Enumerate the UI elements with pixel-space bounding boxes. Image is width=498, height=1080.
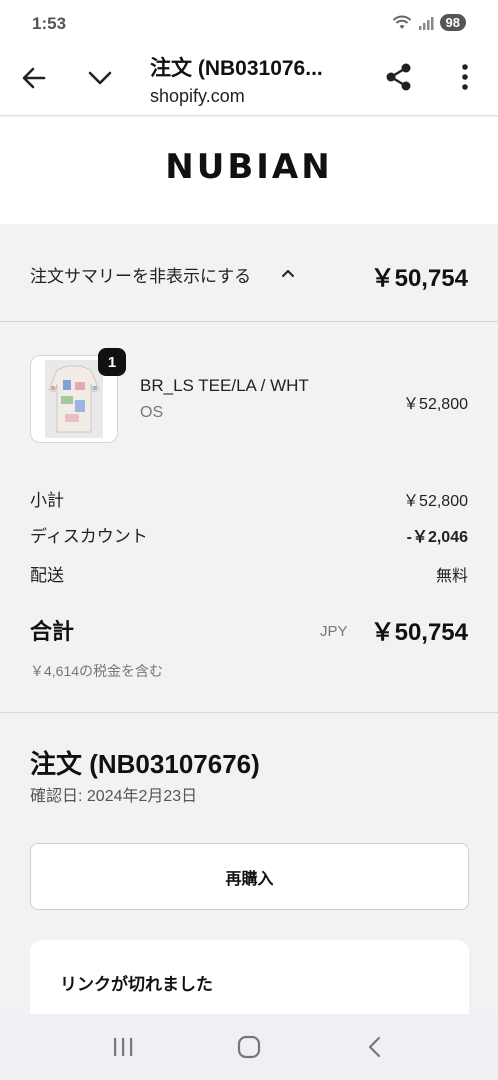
chevron-up-icon [282, 270, 294, 277]
discount-value: -￥2,046 [406, 529, 468, 546]
system-nav-bar [0, 1014, 498, 1080]
discount-label: ディスカウント [30, 527, 148, 546]
section-divider [0, 712, 498, 713]
order-summary-toggle[interactable]: 注文サマリーを非表示にする ￥50,754 [0, 224, 498, 322]
product-image [45, 360, 103, 438]
chevron-down-icon [88, 71, 112, 85]
total-label: 合計 [30, 619, 75, 644]
tshirt-image [48, 365, 100, 433]
confirmation-date: 確認日: 2024年2月23日 [30, 788, 198, 805]
battery-icon: 98 [439, 14, 466, 31]
share-button[interactable] [382, 60, 416, 94]
page-title: 注文 (NB031076... [150, 57, 323, 80]
back-arrow-icon [22, 67, 46, 89]
system-back-button[interactable] [355, 1027, 395, 1067]
shipping-label: 配送 [30, 566, 64, 585]
tax-note: ￥4,614の税金を含む [30, 663, 164, 679]
subtotal-value: ￥52,800 [403, 493, 468, 510]
summary-total: ￥50,754 [370, 265, 468, 292]
status-icons: 98 [392, 14, 466, 31]
shipping-value: 無料 [435, 568, 468, 585]
rebuy-button[interactable]: 再購入 [30, 843, 469, 910]
store-logo[interactable]: NUBIAN [0, 147, 498, 187]
home-button[interactable] [229, 1027, 269, 1067]
share-icon [386, 63, 411, 91]
summary-toggle-label: 注文サマリーを非表示にする [30, 267, 252, 286]
product-variant: OS [140, 404, 164, 421]
order-title: 注文 (NB03107676) [30, 749, 260, 779]
recent-apps-icon [114, 1038, 133, 1056]
recent-apps-button[interactable] [103, 1027, 143, 1067]
subtotal-label: 小計 [30, 491, 64, 510]
page-domain: shopify.com [150, 86, 245, 106]
store-header: NUBIAN [0, 117, 498, 224]
product-name: BR_LS TEE/LA / WHT [140, 376, 309, 395]
collapse-button[interactable] [84, 62, 116, 94]
back-button[interactable] [18, 62, 50, 94]
wifi-icon [392, 15, 411, 29]
browser-app-bar: 注文 (NB031076... shopify.com [0, 46, 498, 116]
more-options-button[interactable] [452, 60, 478, 94]
home-icon [237, 1035, 261, 1059]
link-expired-title: リンクが切れました [60, 975, 213, 994]
status-time: 1:53 [32, 14, 67, 33]
total-value: ￥50,754 [370, 619, 468, 646]
signal-icon [418, 16, 434, 30]
total-currency: JPY [320, 623, 348, 640]
more-vertical-icon [462, 64, 468, 90]
status-bar: 1:53 98 [0, 0, 498, 46]
back-icon [368, 1036, 381, 1058]
product-price: ￥52,800 [403, 396, 468, 413]
quantity-badge: 1 [98, 348, 126, 376]
